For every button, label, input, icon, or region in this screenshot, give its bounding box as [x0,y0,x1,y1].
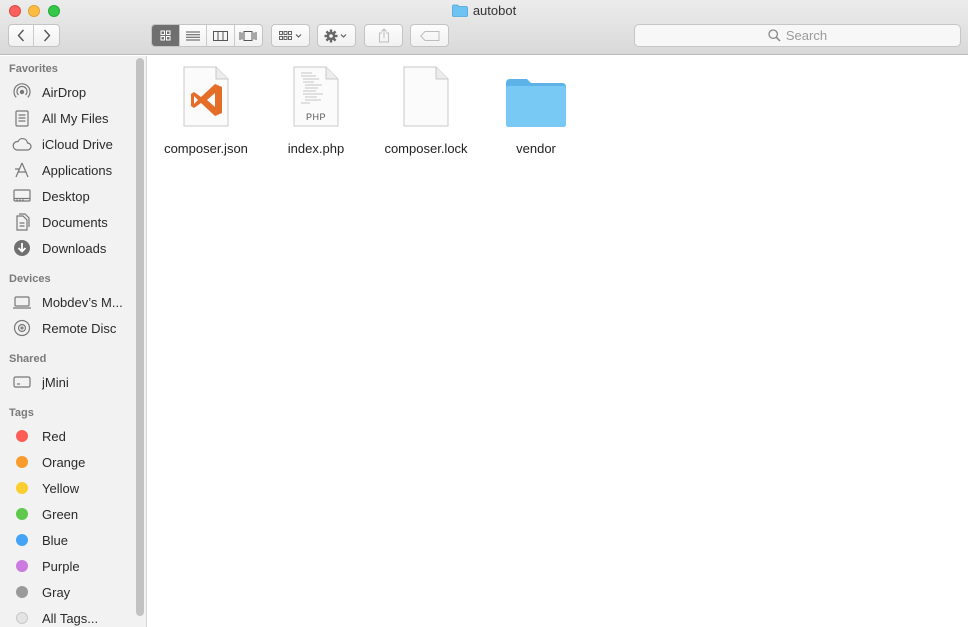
sidebar-item-applications[interactable]: Applications [0,158,136,182]
file-name: vendor [516,141,556,156]
php-badge: PHP [305,112,326,122]
sidebar-item-icloud-drive[interactable]: iCloud Drive [0,132,136,156]
sidebar-tag-purple[interactable]: Purple [0,554,136,578]
window-title: autobot [472,3,517,18]
search-placeholder: Search [785,28,828,43]
sidebar-tag-red[interactable]: Red [0,424,136,448]
back-button[interactable] [9,25,35,46]
tag-dot-icon [16,456,28,468]
tag-dot-icon [16,508,28,520]
forward-button[interactable] [34,25,59,46]
arrange-button[interactable] [271,24,310,47]
disc-icon [13,319,31,337]
icon-view-icon [160,30,171,41]
sidebar-item-all-tags[interactable]: All Tags... [0,606,136,627]
sidebar-tag-blue[interactable]: Blue [0,528,136,552]
chevron-left-icon [17,29,25,42]
view-mode-control [151,24,263,47]
tag-dot-icon [16,534,28,546]
file-browser-area: composer.json PHP index.php composer.loc… [148,56,968,627]
icon-view-button[interactable] [152,25,180,46]
downloads-icon [14,240,30,256]
file-name: composer.json [164,141,248,156]
sidebar-item-desktop[interactable]: Desktop [0,184,136,208]
server-icon [13,376,31,388]
blank-document-icon [403,66,449,127]
applications-icon [15,162,29,178]
column-view-button[interactable] [207,25,235,46]
edit-tags-button[interactable] [410,24,449,47]
file-item[interactable]: composer.lock [371,64,481,156]
sidebar-scrollbar[interactable] [136,58,144,616]
chevron-right-icon [43,29,50,42]
sidebar-tag-gray[interactable]: Gray [0,580,136,604]
folder-icon [506,79,566,127]
list-view-button[interactable] [180,25,207,46]
vscode-document-icon [183,66,229,127]
folder-icon [451,4,468,17]
tag-dot-icon [16,560,28,572]
cloud-icon [12,138,32,151]
file-item[interactable]: PHP index.php [261,64,371,156]
sidebar-item-jmini[interactable]: jMini [0,370,136,394]
gear-icon [324,29,346,42]
sidebar-item-all-my-files[interactable]: All My Files [0,106,136,130]
file-item[interactable]: vendor [481,64,591,156]
computer-icon [13,295,31,309]
sidebar-tag-green[interactable]: Green [0,502,136,526]
tag-icon [419,30,439,41]
tag-dot-icon [16,482,28,494]
sidebar-section-favorites: Favorites [9,63,58,75]
file-item[interactable]: composer.json [151,64,261,156]
window-title-bar: autobot [0,3,968,21]
cover-flow-view-button[interactable] [235,25,262,46]
share-button[interactable] [364,24,403,47]
list-view-icon [185,31,200,40]
navigation-buttons [8,24,60,47]
search-field[interactable]: Search [634,24,961,47]
file-name: index.php [287,141,345,156]
sidebar-item-downloads[interactable]: Downloads [0,236,136,260]
sidebar: Favorites AirDrop All My Files iCloud Dr… [0,56,147,627]
sidebar-section-tags: Tags [9,407,34,419]
cover-flow-view-icon [239,30,257,41]
airdrop-icon [13,83,31,98]
sidebar-section-devices: Devices [9,273,51,285]
tag-dot-icon [16,430,28,442]
all-tags-icon [16,612,28,624]
search-icon [768,29,781,42]
sidebar-tag-orange[interactable]: Orange [0,450,136,474]
sidebar-item-documents[interactable]: Documents [0,210,136,234]
arrange-grid-icon [278,30,301,40]
tag-dot-icon [16,586,28,598]
documents-icon [16,213,30,231]
sidebar-section-shared: Shared [9,353,47,365]
sidebar-tag-yellow[interactable]: Yellow [0,476,136,500]
sidebar-item-mac[interactable]: Mobdev’s M... [0,290,136,314]
sidebar-item-remote-disc[interactable]: Remote Disc [0,316,136,340]
action-button[interactable] [317,24,356,47]
desktop-icon [13,188,31,202]
all-files-icon [15,109,29,127]
file-name: composer.lock [384,141,468,156]
share-icon [378,28,389,43]
sidebar-item-airdrop[interactable]: AirDrop [0,80,136,104]
window-toolbar: autobot Search [0,0,968,55]
column-view-icon [212,30,228,41]
